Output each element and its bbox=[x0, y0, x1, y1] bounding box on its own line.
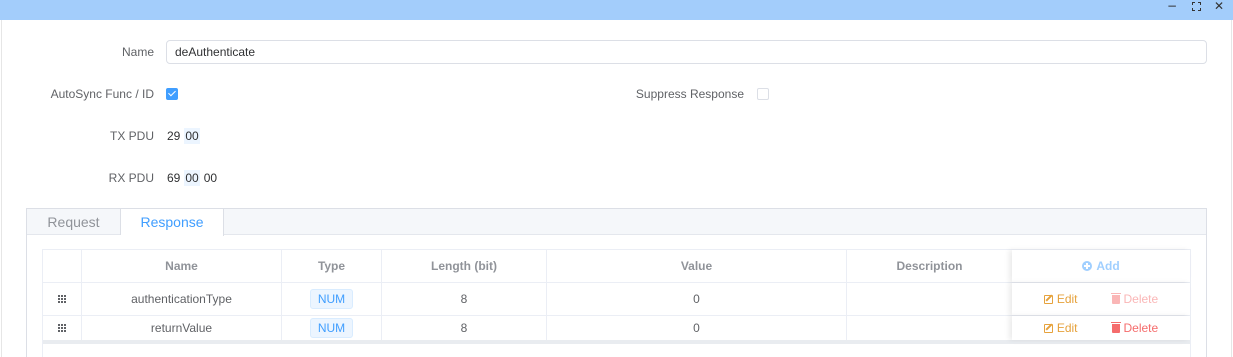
tab-header: Request Response bbox=[27, 209, 1206, 236]
cell-value: 0 bbox=[547, 316, 847, 340]
operations-header: Add bbox=[1012, 250, 1190, 282]
edit-label: Edit bbox=[1056, 321, 1078, 335]
tx-byte: 29 bbox=[167, 129, 181, 143]
column-header-type: Type bbox=[282, 250, 382, 282]
add-button[interactable]: Add bbox=[1082, 259, 1120, 273]
name-input[interactable]: deAuthenticate bbox=[166, 40, 1207, 64]
edit-label: Edit bbox=[1056, 292, 1078, 306]
add-label: Add bbox=[1096, 259, 1120, 273]
tab-request[interactable]: Request bbox=[27, 209, 121, 235]
window-titlebar bbox=[0, 0, 1233, 20]
cell-value: 0 bbox=[547, 283, 847, 315]
row-operations: Edit Delete bbox=[1012, 283, 1190, 315]
cell-name: returnValue bbox=[82, 316, 282, 340]
tab-response[interactable]: Response bbox=[121, 209, 224, 236]
trash-icon bbox=[1110, 293, 1121, 304]
rx-byte: 00 bbox=[184, 170, 200, 186]
drag-handle[interactable] bbox=[43, 283, 82, 315]
delete-label: Delete bbox=[1123, 292, 1159, 306]
column-header-length: Length (bit) bbox=[382, 250, 547, 282]
drag-column-header bbox=[43, 250, 82, 282]
cell-length: 8 bbox=[382, 316, 547, 340]
row-operations: Edit Delete bbox=[1012, 316, 1190, 340]
tx-pdu-bytes: 29 00 bbox=[166, 128, 200, 144]
autosync-checkbox[interactable] bbox=[166, 88, 178, 100]
tx-byte: 00 bbox=[184, 128, 200, 144]
grip-icon bbox=[58, 324, 66, 332]
type-tag: NUM bbox=[309, 318, 354, 338]
edit-icon bbox=[1043, 294, 1053, 304]
column-header-value: Value bbox=[547, 250, 847, 282]
column-header-name: Name bbox=[82, 250, 282, 282]
cell-type: NUM bbox=[282, 316, 382, 340]
delete-button[interactable]: Delete bbox=[1110, 321, 1159, 335]
trash-icon bbox=[1110, 322, 1121, 333]
table-row: returnValue NUM 8 0 Edit Delete bbox=[43, 316, 1190, 344]
table-header-row: Name Type Length (bit) Value Description… bbox=[43, 250, 1190, 283]
drag-handle[interactable] bbox=[43, 316, 82, 340]
maximize-icon[interactable] bbox=[1189, 0, 1203, 14]
autosync-label: AutoSync Func / ID bbox=[50, 87, 154, 101]
column-header-description: Description bbox=[896, 259, 963, 273]
cell-name: authenticationType bbox=[82, 283, 282, 315]
suppress-response-label: Suppress Response bbox=[635, 87, 744, 101]
cell-description bbox=[847, 316, 1012, 340]
name-label: Name bbox=[121, 45, 154, 59]
edit-icon bbox=[1043, 323, 1053, 333]
response-table: Name Type Length (bit) Value Description… bbox=[42, 249, 1191, 357]
delete-button[interactable]: Delete bbox=[1110, 292, 1159, 306]
minimize-icon[interactable]: − bbox=[1165, 0, 1179, 14]
edit-button[interactable]: Edit bbox=[1043, 292, 1078, 306]
rx-byte: 00 bbox=[203, 171, 218, 185]
plus-circle-icon bbox=[1082, 261, 1093, 271]
delete-label: Delete bbox=[1123, 321, 1159, 335]
rx-pdu-label: RX PDU bbox=[108, 171, 154, 185]
rx-byte: 69 bbox=[167, 171, 181, 185]
rx-pdu-bytes: 69 00 00 bbox=[166, 170, 218, 186]
close-icon[interactable]: ✕ bbox=[1212, 0, 1226, 14]
grip-icon bbox=[58, 295, 66, 303]
table-row: authenticationType NUM 8 0 Edit Delete bbox=[43, 283, 1190, 316]
cell-length: 8 bbox=[382, 283, 547, 315]
cell-description bbox=[847, 283, 1012, 315]
cell-type: NUM bbox=[282, 283, 382, 315]
tx-pdu-label: TX PDU bbox=[109, 129, 154, 143]
suppress-response-checkbox[interactable] bbox=[757, 88, 769, 100]
edit-button[interactable]: Edit bbox=[1043, 321, 1078, 335]
type-tag: NUM bbox=[309, 289, 354, 309]
